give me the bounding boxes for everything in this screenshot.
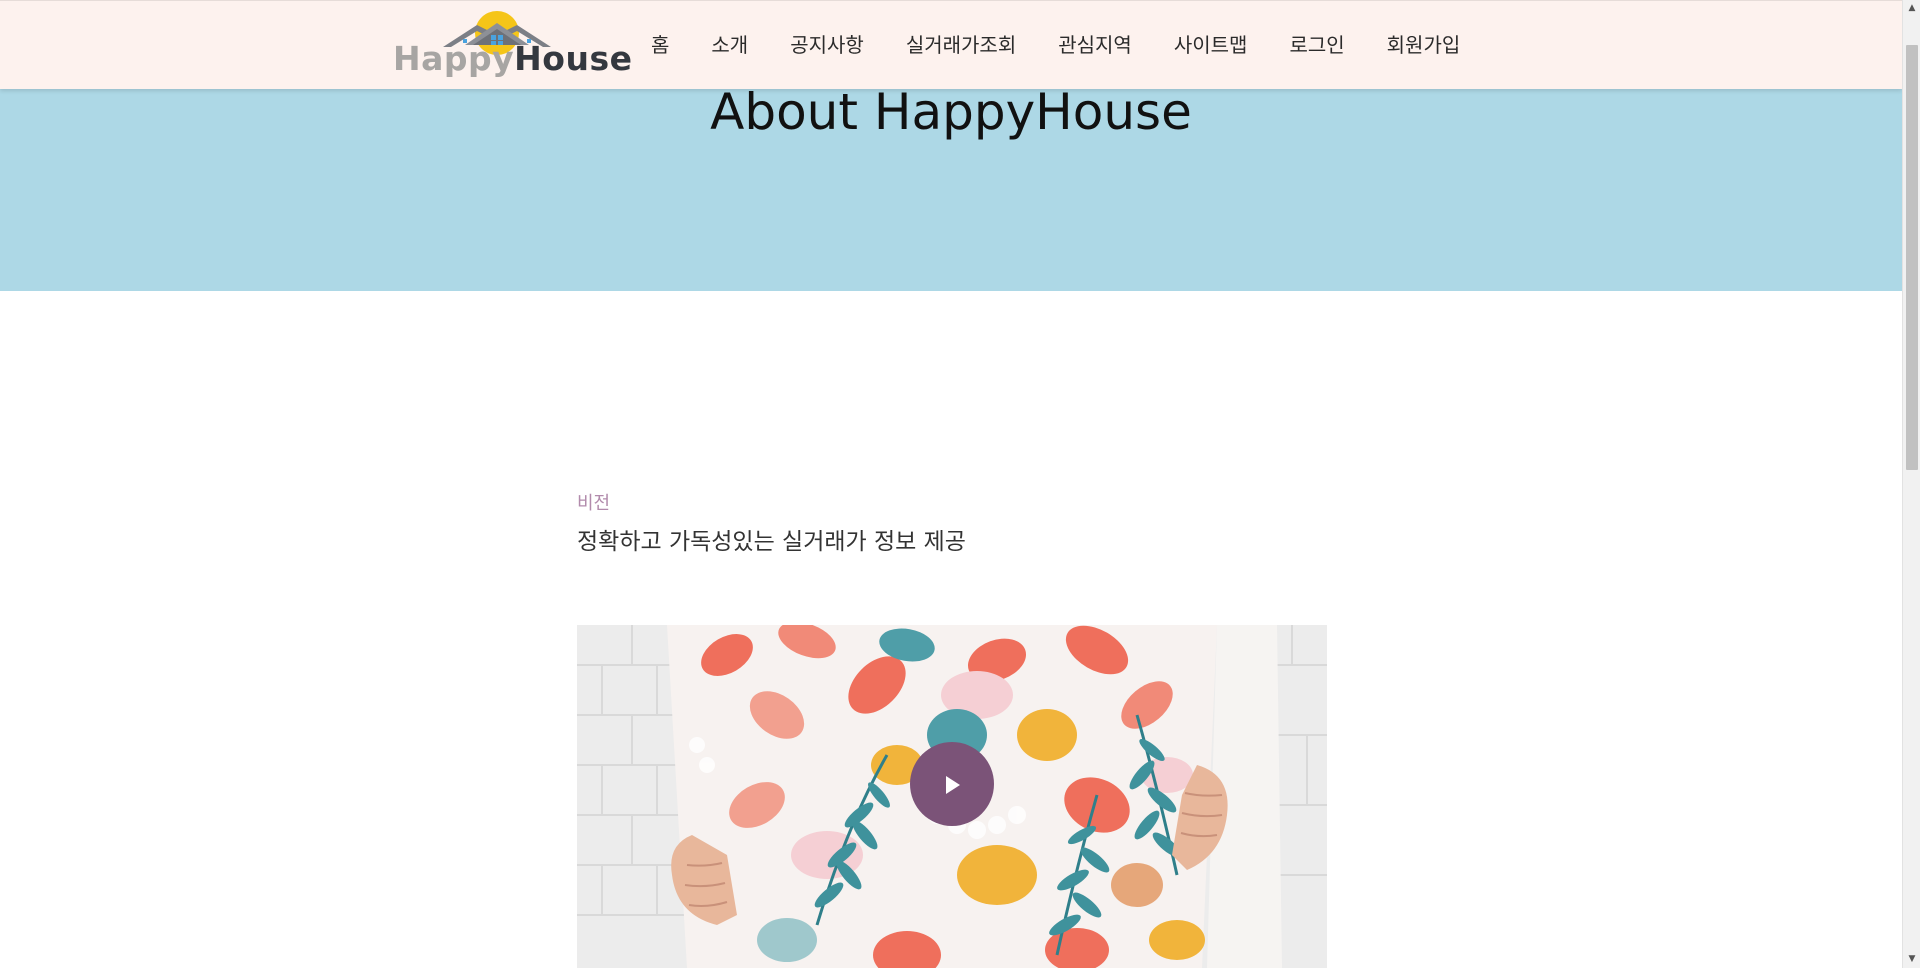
nav-item-interest-area[interactable]: 관심지역 <box>1037 1 1153 89</box>
logo-word-happy: Happy <box>393 39 515 78</box>
vision-section: 비전 정확하고 가독성있는 실거래가 정보 제공 <box>577 488 1327 562</box>
nav-item-signup[interactable]: 회원가입 <box>1366 1 1482 89</box>
top-navigation-bar: HappyHouse 홈 소개 공지사항 실거래가조회 관심지역 사이트맵 로그… <box>0 0 1902 89</box>
main-nav: 홈 소개 공지사항 실거래가조회 관심지역 사이트맵 로그인 회원가입 <box>630 1 1481 89</box>
scroll-up-arrow-icon[interactable]: ▲ <box>1903 0 1920 17</box>
play-icon <box>946 776 960 794</box>
video-thumbnail[interactable] <box>577 625 1327 968</box>
scroll-down-arrow-icon[interactable]: ▼ <box>1903 951 1920 968</box>
nav-item-sitemap[interactable]: 사이트맵 <box>1153 1 1269 89</box>
section-heading: 정확하고 가독성있는 실거래가 정보 제공 <box>577 529 966 555</box>
play-video-button[interactable] <box>910 742 994 826</box>
page: About HappyHouse HappyHouse 홈 소개 공지사항 실거 <box>0 0 1902 968</box>
vertical-scrollbar[interactable]: ▲ ▼ <box>1902 0 1920 968</box>
nav-item-price-search[interactable]: 실거래가조회 <box>885 1 1037 89</box>
logo-word-house: House <box>514 39 633 78</box>
nav-item-notice[interactable]: 공지사항 <box>769 1 885 89</box>
logo-wordmark: HappyHouse <box>393 39 632 79</box>
happyhouse-logo[interactable]: HappyHouse <box>393 9 632 81</box>
nav-item-home[interactable]: 홈 <box>630 1 690 89</box>
section-label: 비전 <box>577 493 611 514</box>
nav-item-login[interactable]: 로그인 <box>1268 1 1365 89</box>
nav-item-about[interactable]: 소개 <box>690 1 769 89</box>
scrollbar-thumb[interactable] <box>1906 45 1918 470</box>
